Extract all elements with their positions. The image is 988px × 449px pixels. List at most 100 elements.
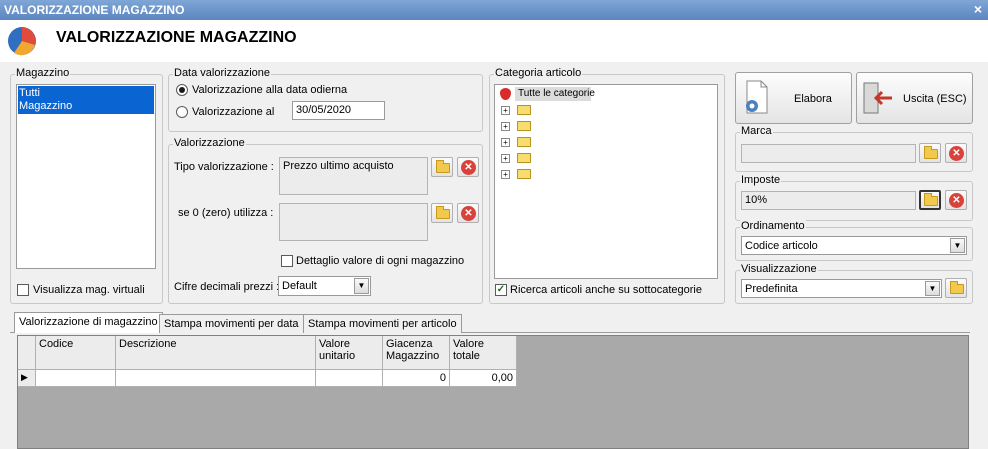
list-item-tutti[interactable]: Tutti xyxy=(19,87,40,99)
visualizzazione-browse-button[interactable] xyxy=(945,278,967,298)
row-selector[interactable]: ▶ xyxy=(18,370,36,387)
dettaglio-label: Dettaglio valore di ogni magazzino xyxy=(296,255,465,267)
delete-icon: ✕ xyxy=(949,146,964,161)
radio-today[interactable] xyxy=(176,84,188,96)
visualizzazione-select[interactable]: Predefinita ▼ xyxy=(741,279,942,298)
folder-icon xyxy=(517,137,531,147)
row-selector-header xyxy=(18,336,36,370)
ricerca-checkbox[interactable]: ✓ xyxy=(495,284,507,296)
expand-icon[interactable]: + xyxy=(501,122,510,131)
tree-item[interactable]: + xyxy=(501,119,561,133)
tipo-label: Tipo valorizzazione : xyxy=(174,161,274,173)
table-cell[interactable]: 0 xyxy=(383,370,450,387)
exit-door-icon xyxy=(863,82,892,114)
imposte-browse-button[interactable] xyxy=(919,190,941,210)
imposte-legend: Imposte xyxy=(740,174,782,186)
marca-clear-button[interactable]: ✕ xyxy=(945,143,967,163)
folder-icon xyxy=(517,121,531,131)
ricerca-label: Ricerca articoli anche su sottocategorie xyxy=(510,284,702,296)
virtual-checkbox[interactable] xyxy=(17,284,29,296)
marca-legend: Marca xyxy=(740,125,773,137)
cifre-select[interactable]: Default ▼ xyxy=(278,276,371,296)
uscita-label: Uscita (ESC) xyxy=(903,93,967,105)
strawberry-icon xyxy=(500,88,511,100)
se0-field[interactable] xyxy=(279,203,428,241)
tree-item[interactable]: + xyxy=(501,103,561,117)
imposte-value: 10% xyxy=(745,194,768,206)
chevron-down-icon[interactable]: ▼ xyxy=(354,278,369,294)
radio-at-date[interactable] xyxy=(176,106,188,118)
col-valore-unitario[interactable]: Valore unitario xyxy=(316,336,383,370)
elabora-label: Elabora xyxy=(794,93,832,105)
ordinamento-legend: Ordinamento xyxy=(740,220,806,232)
folder-icon xyxy=(517,105,531,115)
pie-chart-icon xyxy=(8,27,36,56)
dettaglio-checkbox[interactable] xyxy=(281,255,293,267)
categoria-legend: Categoria articolo xyxy=(494,67,583,79)
tab-movimenti-data[interactable]: Stampa movimenti per data xyxy=(159,314,304,333)
radio-at-date-label: Valorizzazione al xyxy=(192,106,275,118)
date-field[interactable]: 30/05/2020 xyxy=(292,101,385,120)
folder-icon xyxy=(436,206,450,219)
tipo-field[interactable]: Prezzo ultimo acquisto xyxy=(279,157,428,195)
delete-icon: ✕ xyxy=(949,193,964,208)
window-title: VALORIZZAZIONE MAGAZZINO xyxy=(4,3,185,17)
ordinamento-value: Codice articolo xyxy=(745,240,818,252)
folder-icon xyxy=(436,160,450,173)
tree-item[interactable]: + xyxy=(501,151,561,165)
close-icon[interactable]: × xyxy=(974,1,982,17)
se0-browse-button[interactable] xyxy=(431,203,453,223)
tab-movimenti-articolo[interactable]: Stampa movimenti per articolo xyxy=(303,314,462,333)
ordinamento-select[interactable]: Codice articolo ▼ xyxy=(741,236,967,255)
col-descrizione[interactable]: Descrizione xyxy=(116,336,316,370)
visualizzazione-value: Predefinita xyxy=(745,283,798,295)
document-gear-icon xyxy=(746,80,768,114)
chevron-down-icon[interactable]: ▼ xyxy=(925,281,940,296)
table-cell[interactable] xyxy=(116,370,316,387)
valorizzazione-legend: Valorizzazione xyxy=(173,137,246,149)
tipo-browse-button[interactable] xyxy=(431,157,453,177)
expand-icon[interactable]: + xyxy=(501,106,510,115)
folder-icon xyxy=(950,281,964,294)
marca-browse-button[interactable] xyxy=(919,143,941,163)
tipo-clear-button[interactable]: ✕ xyxy=(457,157,479,177)
expand-icon[interactable]: + xyxy=(501,170,510,179)
magazzino-legend: Magazzino xyxy=(15,67,71,79)
col-valore-totale[interactable]: Valore totale xyxy=(450,336,517,370)
elabora-button[interactable]: Elabora xyxy=(735,72,852,124)
chevron-down-icon[interactable]: ▼ xyxy=(950,238,965,253)
category-tree[interactable]: Tutte le categorie + + + + + xyxy=(494,84,718,279)
table-cell[interactable] xyxy=(36,370,116,387)
se0-label: se 0 (zero) utilizza : xyxy=(178,207,274,219)
imposte-clear-button[interactable]: ✕ xyxy=(945,190,967,210)
delete-icon: ✕ xyxy=(461,206,476,221)
magazzino-list[interactable]: Tutti Magazzino xyxy=(16,84,156,269)
page-header: VALORIZZAZIONE MAGAZZINO xyxy=(0,20,988,62)
table-cell[interactable]: 0,00 xyxy=(450,370,517,387)
imposte-field[interactable]: 10% xyxy=(741,191,916,210)
marca-field[interactable] xyxy=(741,144,916,163)
date-value: 30/05/2020 xyxy=(296,104,352,116)
cifre-value: Default xyxy=(282,280,317,292)
folder-icon xyxy=(517,169,531,179)
list-item-magazzino[interactable]: Magazzino xyxy=(19,100,72,112)
tree-item[interactable]: + xyxy=(501,135,561,149)
uscita-button[interactable]: Uscita (ESC) xyxy=(856,72,973,124)
expand-icon[interactable]: + xyxy=(501,138,510,147)
tree-root-label[interactable]: Tutte le categorie xyxy=(518,88,595,99)
tree-item[interactable]: + xyxy=(501,167,561,181)
col-giacenza[interactable]: Giacenza Magazzino xyxy=(383,336,450,370)
delete-icon: ✕ xyxy=(461,160,476,175)
results-table[interactable]: Codice Descrizione Valore unitario Giace… xyxy=(17,335,969,449)
table-cell[interactable] xyxy=(316,370,383,387)
radio-today-label: Valorizzazione alla data odierna xyxy=(192,84,348,96)
cifre-label: Cifre decimali prezzi : xyxy=(174,281,280,293)
expand-icon[interactable]: + xyxy=(501,154,510,163)
tab-valorizzazione[interactable]: Valorizzazione di magazzino xyxy=(14,312,163,333)
folder-icon xyxy=(517,153,531,163)
data-val-legend: Data valorizzazione xyxy=(173,67,271,79)
tipo-value: Prezzo ultimo acquisto xyxy=(283,160,394,172)
col-codice[interactable]: Codice xyxy=(36,336,116,370)
folder-icon xyxy=(924,146,938,159)
se0-clear-button[interactable]: ✕ xyxy=(457,203,479,223)
